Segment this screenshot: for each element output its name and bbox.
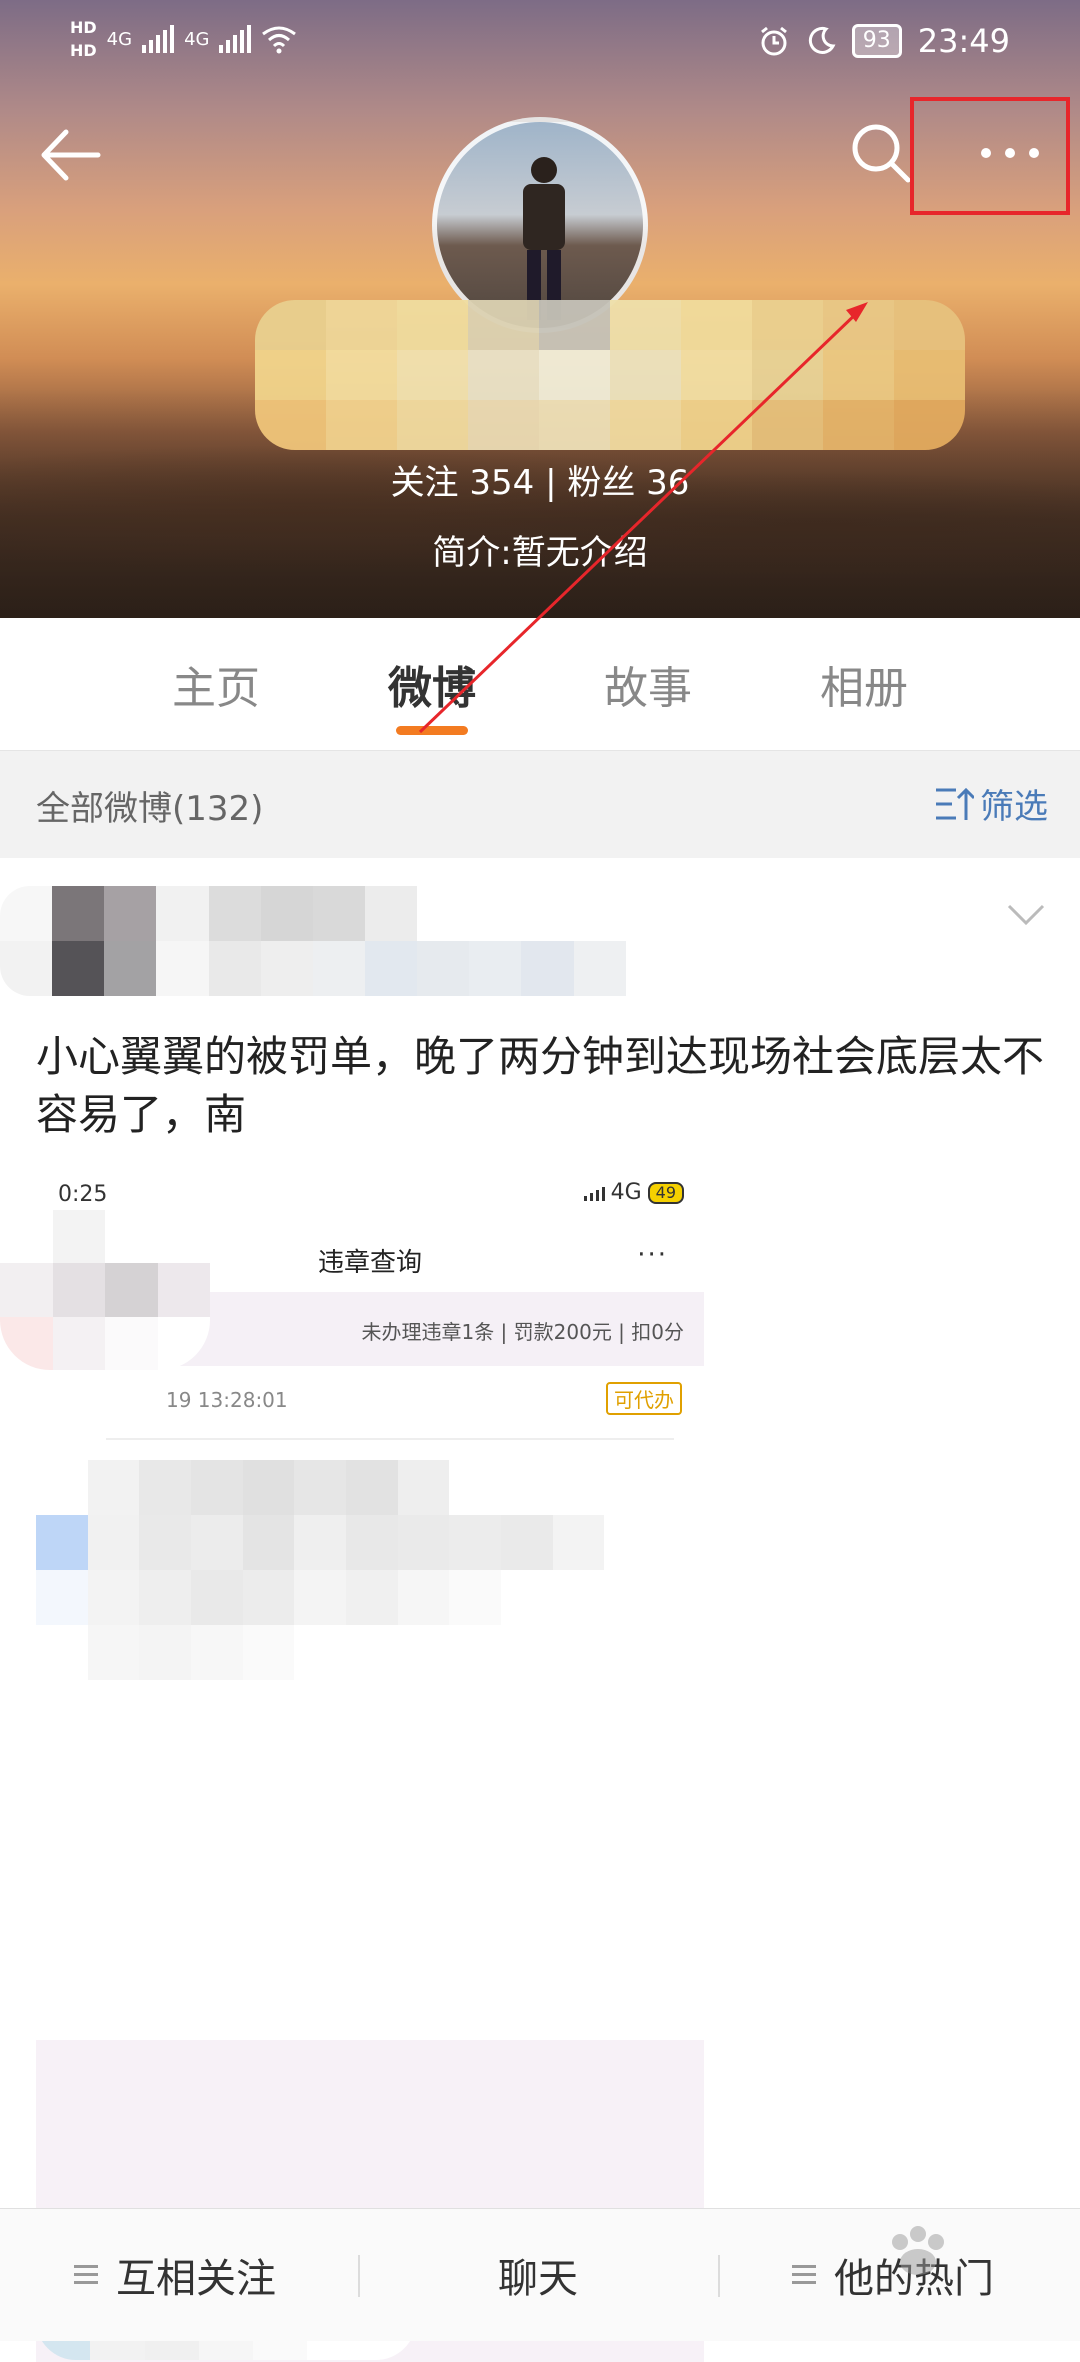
inner-tag-badge: 可代办: [606, 1382, 682, 1415]
profile-cover: HD HD 4G 4G 93 23:49 关注 354 | 粉丝 36 简介:暂…: [0, 0, 1080, 618]
bottom-divider: [358, 2255, 360, 2297]
profile-tabs: 主页 微博 故事 相册: [0, 618, 1080, 748]
filter-icon: [936, 787, 974, 820]
highlight-box-annotation: [910, 97, 1070, 215]
menu-icon: [792, 2265, 816, 2285]
network-label-2: 4G: [184, 28, 210, 50]
inner-battery: 49: [647, 1181, 684, 1204]
inner-summary-text: 未办理违章1条 | 罚款200元 | 扣0分: [361, 1320, 684, 1344]
search-icon[interactable]: [848, 120, 914, 186]
battery-indicator: 93: [851, 24, 902, 58]
bottom-divider: [718, 2255, 720, 2297]
mutual-follow-label: 互相关注: [116, 2256, 276, 2302]
signal-icon: [142, 25, 175, 53]
filter-label: 筛选: [980, 787, 1048, 827]
inner-date: 19 13:28:01: [166, 1388, 288, 1412]
hd2-label: HD: [70, 41, 97, 60]
profile-bio: 简介:暂无介绍: [432, 533, 648, 573]
post-count: 全部微博(132): [36, 789, 264, 829]
inner-status: 4G 49: [583, 1180, 684, 1205]
signal-icon: [219, 25, 252, 53]
menu-icon: [74, 2265, 98, 2285]
follow-stats[interactable]: 关注 354 | 粉丝 36: [0, 455, 1080, 504]
tab-home[interactable]: 主页: [172, 652, 260, 716]
status-left: HD HD 4G 4G: [70, 18, 297, 60]
wifi-icon: [262, 26, 297, 54]
alarm-icon: [760, 26, 787, 56]
active-tab-indicator: [396, 726, 468, 735]
hd1-label: HD: [70, 18, 97, 37]
pixelated-author: [0, 886, 730, 996]
filter-button[interactable]: 筛选: [934, 779, 1048, 828]
inner-more-icon: ···: [637, 1240, 668, 1270]
tab-album[interactable]: 相册: [820, 652, 908, 716]
pixelated-block-2: [36, 1460, 656, 1680]
status-right: 93 23:49: [758, 22, 1010, 60]
status-bar: HD HD 4G 4G 93 23:49: [0, 0, 1080, 86]
post-image[interactable]: 0:25 4G 49 违章查询 ··· 未办理违章1条 | 罚款200元 | 扣…: [0, 1170, 704, 2362]
watermark-logo: [892, 2226, 944, 2275]
inner-network: 4G: [610, 1180, 642, 1205]
filter-bar: 全部微博(132) 筛选: [0, 750, 1080, 859]
pixelated-username: [255, 300, 965, 450]
post-text[interactable]: 小心翼翼的被罚单，晚了两分钟到达现场社会底层太不容易了，南: [36, 1028, 1046, 1144]
inner-signal-icon: [583, 1185, 605, 1201]
tab-weibo[interactable]: 微博: [388, 652, 476, 716]
mutual-follow-button[interactable]: 互相关注: [74, 2209, 276, 2341]
pixelated-block-1: [0, 1210, 210, 1370]
tab-stories[interactable]: 故事: [604, 652, 692, 716]
hd-indicator: HD HD: [70, 18, 97, 60]
chat-button[interactable]: 聊天: [498, 2209, 578, 2341]
chat-label: 聊天: [498, 2256, 578, 2302]
inner-time: 0:25: [58, 1182, 108, 1207]
chevron-down-icon[interactable]: [1006, 900, 1046, 930]
clock: 23:49: [917, 22, 1010, 60]
back-arrow-icon[interactable]: [36, 120, 106, 190]
post-card[interactable]: 小心翼翼的被罚单，晚了两分钟到达现场社会底层太不容易了，南 0:25 4G 49…: [0, 858, 1080, 2362]
moon-icon: [808, 26, 836, 54]
network-label-1: 4G: [106, 28, 133, 50]
inner-divider: [106, 1438, 674, 1440]
